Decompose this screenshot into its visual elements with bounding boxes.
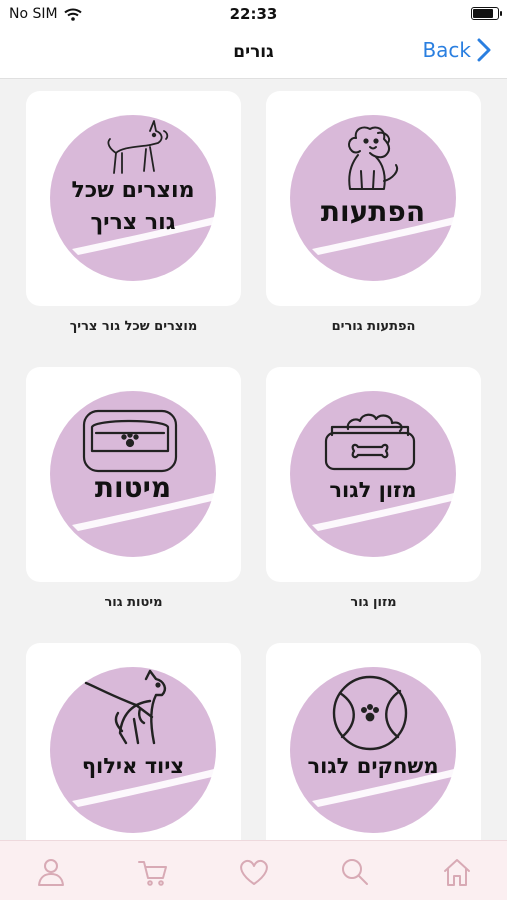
tab-profile[interactable]	[34, 855, 68, 889]
badge-text: מזון לגור	[329, 478, 416, 502]
category-badge: הפתעות	[290, 115, 456, 281]
category-card[interactable]: מוצרים שכל גור צריך	[26, 91, 241, 306]
category-badge: מזון לגור	[290, 391, 456, 557]
badge-text: גור צריך	[90, 210, 175, 235]
heart-icon	[240, 859, 268, 885]
category-caption[interactable]: מיטות גור	[26, 595, 241, 610]
cart-icon	[138, 861, 167, 886]
category-card[interactable]: משחקים לגור	[266, 643, 481, 840]
tab-heart[interactable]	[237, 855, 271, 889]
clock: 22:33	[229, 5, 278, 23]
badge-text: ציוד אילוף	[82, 754, 184, 778]
status-bar: No SIM 22:33	[0, 0, 507, 28]
badge-text: הפתעות	[321, 195, 425, 228]
category-badge: מיטות	[50, 391, 216, 557]
category-badge: משחקים לגור	[290, 667, 456, 833]
badge-text: משחקים לגור	[307, 754, 438, 778]
search-icon	[342, 859, 368, 885]
category-card[interactable]: הפתעות	[266, 91, 481, 306]
tab-home[interactable]	[440, 855, 474, 889]
category-caption[interactable]: מזון גור	[266, 595, 481, 610]
category-card[interactable]: מיטות	[26, 367, 241, 582]
home-icon	[444, 859, 470, 886]
tab-search[interactable]	[338, 855, 372, 889]
battery-icon	[471, 7, 502, 20]
category-caption[interactable]: מוצרים שכל גור צריך	[26, 319, 241, 334]
category-card[interactable]: ציוד אילוף	[26, 643, 241, 840]
profile-icon	[38, 859, 64, 886]
tab-bar	[0, 840, 507, 900]
back-button[interactable]: Back	[422, 38, 491, 62]
category-badge: ציוד אילוף	[50, 667, 216, 833]
category-grid: הפתעות הפתעות גורים מוצרים שכל גור צריך מוצ…	[0, 80, 507, 840]
category-card[interactable]: מזון לגור	[266, 367, 481, 582]
chevron-right-icon	[477, 38, 491, 62]
tab-cart[interactable]	[136, 855, 170, 889]
back-label: Back	[422, 38, 471, 62]
navigation-bar: גורים Back	[0, 28, 507, 79]
badge-text: מיטות	[95, 471, 171, 504]
badge-text: מוצרים שכל	[72, 178, 195, 203]
category-badge: מוצרים שכל גור צריך	[50, 115, 216, 281]
category-caption[interactable]: הפתעות גורים	[266, 319, 481, 334]
